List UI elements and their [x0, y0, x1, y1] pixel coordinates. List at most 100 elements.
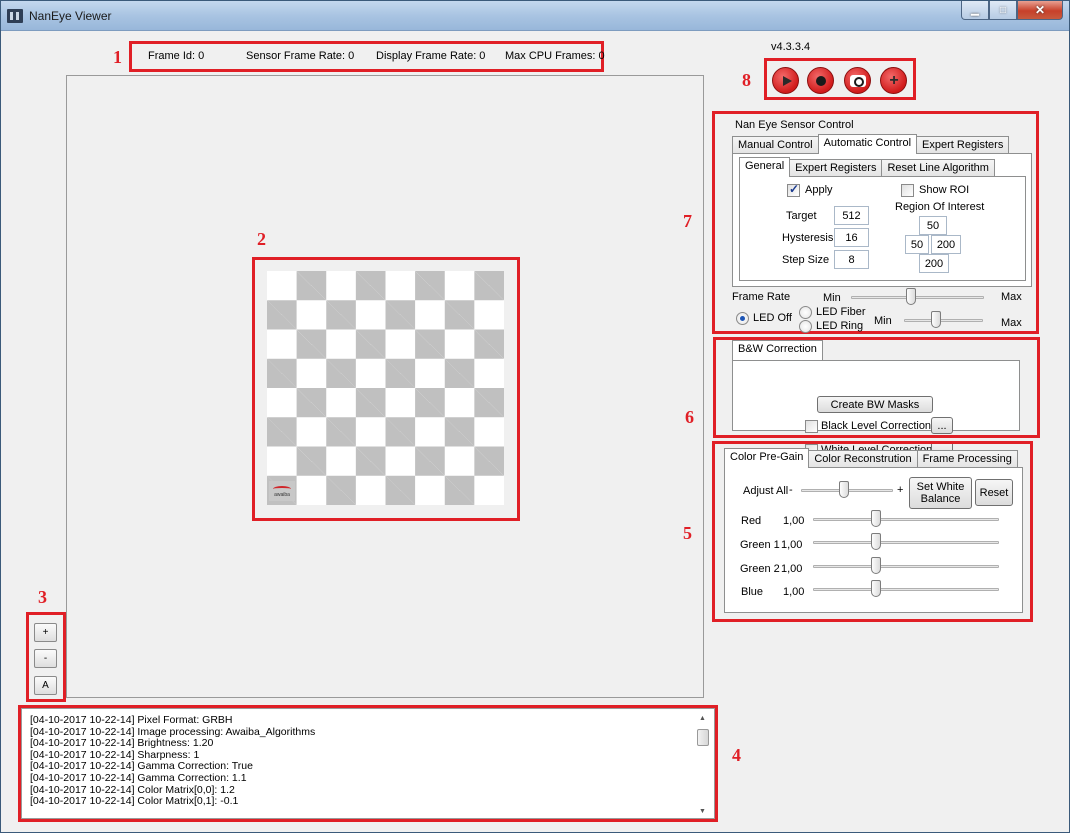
black-level-label: Black Level Correction — [821, 420, 932, 432]
minimize-button[interactable]: ▁ — [961, 1, 989, 20]
apply-label: Apply — [805, 184, 833, 196]
zoom-in-button[interactable]: + — [34, 623, 57, 642]
green1-channel-label: Green 1 — [740, 539, 780, 551]
auto-zoom-button[interactable]: A — [34, 676, 57, 695]
callout-7: 7 — [683, 211, 692, 231]
snapshot-icon — [850, 75, 866, 87]
tab-manual-control[interactable]: Manual Control — [732, 136, 819, 154]
callout-2: 2 — [257, 229, 266, 249]
led-fiber-label: LED Fiber — [816, 306, 866, 318]
roi-left-input[interactable]: 50 — [905, 235, 929, 254]
frame-rate-slider[interactable] — [851, 296, 984, 299]
callout-8: 8 — [742, 70, 751, 90]
subtab-general[interactable]: General — [739, 157, 791, 177]
target-input[interactable]: 512 — [834, 206, 869, 225]
scroll-down-icon[interactable]: ▼ — [699, 808, 706, 815]
roi-top-input[interactable]: 50 — [919, 216, 947, 235]
step-size-label: Step Size — [782, 254, 830, 266]
roi-bottom-input[interactable]: 200 — [919, 254, 949, 273]
log-lines: [04-10-2017 10-22-14] Pixel Format: GRBH… — [30, 714, 315, 808]
title-bar[interactable]: NanEye Viewer ▁ □ ✕ — [1, 1, 1069, 31]
display-frame-rate-label: Display Frame Rate: 0 — [376, 50, 486, 62]
log-textbox[interactable]: [04-10-2017 10-22-14] Pixel Format: GRBH… — [21, 708, 715, 819]
adjust-all-plus: + — [897, 484, 904, 496]
black-level-checkbox[interactable] — [805, 420, 818, 433]
add-button[interactable]: + — [880, 67, 907, 94]
awaiba-logo: awaiba — [269, 481, 295, 501]
roi-right-input[interactable]: 200 — [931, 235, 961, 254]
log-scrollbar[interactable]: ▲ ▼ — [696, 715, 710, 815]
log-line: [04-10-2017 10-22-14] Gamma Correction: … — [30, 771, 247, 784]
bw-correction-tabs: B&W Correction — [732, 340, 823, 360]
awaiba-logo-text: awaiba — [274, 492, 290, 498]
red-gain-slider[interactable] — [813, 518, 999, 521]
hysteresis-input[interactable]: 16 — [834, 228, 869, 247]
tab-frame-processing[interactable]: Frame Processing — [916, 450, 1018, 468]
max-cpu-frames-label: Max CPU Frames: 0 — [505, 50, 605, 62]
tab-automatic-control[interactable]: Automatic Control — [817, 134, 918, 154]
adjust-all-minus: - — [789, 484, 793, 496]
led-intensity-slider-thumb[interactable] — [930, 311, 941, 328]
blue-gain-slider-thumb[interactable] — [871, 580, 881, 597]
subtab-expert-registers[interactable]: Expert Registers — [789, 159, 883, 177]
zoom-out-button[interactable]: - — [34, 649, 57, 668]
green1-channel-value: 1,00 — [781, 539, 803, 551]
tab-color-reconstruction[interactable]: Color Reconstrution — [808, 450, 918, 468]
log-line: [04-10-2017 10-22-14] Color Matrix[0,1]:… — [30, 795, 239, 808]
led-off-radio[interactable] — [736, 312, 749, 325]
subtab-reset-line-algorithm[interactable]: Reset Line Algorithm — [881, 159, 995, 177]
led-min-label: Min — [874, 315, 892, 327]
close-button[interactable]: ✕ — [1017, 1, 1063, 20]
led-ring-radio[interactable] — [799, 320, 812, 333]
green2-channel-label: Green 2 — [740, 563, 780, 575]
scroll-up-icon[interactable]: ▲ — [699, 715, 706, 722]
set-white-balance-button[interactable]: Set White Balance — [909, 477, 972, 509]
red-gain-slider-thumb[interactable] — [871, 510, 881, 527]
green1-gain-slider[interactable] — [813, 541, 999, 544]
adjust-all-slider-thumb[interactable] — [839, 481, 849, 498]
led-intensity-slider[interactable] — [904, 319, 983, 322]
create-bw-masks-button[interactable]: Create BW Masks — [817, 396, 933, 413]
maximize-icon: □ — [999, 4, 1007, 16]
green2-gain-slider[interactable] — [813, 565, 999, 568]
led-fiber-radio[interactable] — [799, 306, 812, 319]
blue-channel-label: Blue — [741, 586, 764, 598]
show-roi-label: Show ROI — [919, 184, 970, 196]
tab-bw-correction[interactable]: B&W Correction — [732, 340, 823, 360]
step-size-input[interactable]: 8 — [834, 250, 869, 269]
adjust-all-label: Adjust All — [743, 485, 789, 497]
close-icon: ✕ — [1034, 3, 1046, 17]
apply-checkbox[interactable] — [787, 182, 800, 197]
frame-rate-slider-thumb[interactable] — [905, 288, 916, 305]
roi-label: Region Of Interest — [895, 201, 985, 213]
frame-rate-label: Frame Rate — [732, 291, 791, 303]
green2-gain-slider-thumb[interactable] — [871, 557, 881, 574]
frame-id-label: Frame Id: 0 — [148, 50, 205, 62]
black-level-browse-button[interactable]: ... — [931, 417, 953, 434]
sensor-control-tabs: Manual Control Automatic Control Expert … — [732, 134, 1010, 154]
window-title: NanEye Viewer — [29, 9, 112, 23]
record-icon — [816, 76, 826, 86]
callout-5: 5 — [683, 523, 692, 543]
reset-button[interactable]: Reset — [975, 479, 1013, 506]
minimize-icon: ▁ — [971, 4, 979, 16]
led-max-label: Max — [1001, 317, 1022, 329]
app-window: NanEye Viewer ▁ □ ✕ 1 Frame Id: 0 Sensor… — [0, 0, 1070, 833]
tab-expert-registers[interactable]: Expert Registers — [916, 136, 1010, 154]
callout-3: 3 — [38, 587, 47, 607]
maximize-button[interactable]: □ — [989, 1, 1017, 20]
show-roi-checkbox[interactable] — [901, 184, 914, 197]
log-line: [04-10-2017 10-22-14] Pixel Format: GRBH — [30, 714, 233, 726]
play-button[interactable] — [772, 67, 799, 94]
callout-1: 1 — [113, 47, 122, 67]
snapshot-button[interactable] — [844, 67, 871, 94]
record-button[interactable] — [807, 67, 834, 94]
blue-gain-slider[interactable] — [813, 588, 999, 591]
green1-gain-slider-thumb[interactable] — [871, 533, 881, 550]
scrollbar-thumb[interactable] — [697, 729, 709, 746]
version-label: v4.3.3.4 — [771, 41, 811, 53]
led-ring-label: LED Ring — [816, 320, 864, 332]
tab-color-pre-gain[interactable]: Color Pre-Gain — [724, 448, 810, 468]
led-off-label: LED Off — [753, 312, 792, 324]
window-controls: ▁ □ ✕ — [961, 1, 1063, 21]
